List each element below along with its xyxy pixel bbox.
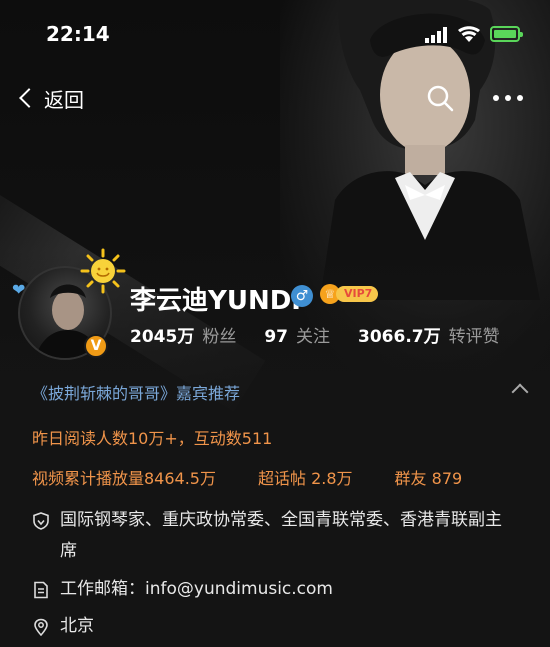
status-time: 22:14	[46, 22, 110, 46]
email-text[interactable]: 工作邮箱：info@yundimusic.com	[60, 574, 333, 605]
back-chevron-icon	[19, 88, 39, 108]
vip-level: VIP7	[336, 286, 379, 302]
profile-stats: 2045万 粉丝 97 关注 3066.7万 转评赞	[130, 322, 500, 347]
verification-text: 国际钢琴家、重庆政协常委、全国青联常委、香港青联副主席	[60, 510, 502, 561]
reposts-likes-count[interactable]: 3066.7万	[358, 322, 441, 347]
followers-label[interactable]: 粉丝	[202, 322, 236, 347]
back-button[interactable]: 返回	[16, 84, 84, 112]
back-label: 返回	[44, 87, 84, 112]
following-label[interactable]: 关注	[296, 322, 330, 347]
activity-row: 视频累计播放量8464.5万 超话帖 2.8万 群友 879	[32, 465, 462, 489]
following-count[interactable]: 97	[264, 327, 288, 347]
vip-badge[interactable]: ♕ VIP7	[320, 284, 379, 304]
reposts-likes-label[interactable]: 转评赞	[449, 322, 500, 347]
video-plays[interactable]: 视频累计播放量8464.5万	[32, 465, 216, 489]
gender-male-icon: ♂	[291, 285, 313, 307]
search-icon[interactable]	[426, 84, 454, 112]
sun-badge-icon	[80, 248, 126, 294]
recommend-link[interactable]: 《披荆斩棘的哥哥》嘉宾推荐	[32, 380, 240, 404]
status-bar: 22:14	[0, 0, 550, 70]
shield-icon	[33, 512, 49, 530]
verified-badge: V	[84, 334, 108, 358]
document-icon	[34, 581, 48, 599]
fan-group[interactable]: 群友 879	[395, 465, 463, 489]
battery-icon	[490, 26, 523, 42]
signal-icon	[425, 27, 447, 43]
super-topic-posts[interactable]: 超话帖 2.8万	[258, 465, 353, 489]
profile-name: 李云迪YUNDI	[130, 286, 301, 316]
email-row: 工作邮箱：info@yundimusic.com	[32, 578, 333, 605]
read-stats: 昨日阅读人数10万+，互动数511	[32, 429, 273, 448]
more-icon[interactable]	[492, 94, 524, 102]
verification-row: 国际钢琴家、重庆政协常委、全国青联常委、香港青联副主席	[32, 509, 512, 567]
location-row: 北京	[32, 615, 94, 642]
followers-count[interactable]: 2045万	[130, 322, 194, 347]
location-pin-icon	[34, 618, 48, 636]
wifi-icon	[458, 26, 480, 42]
location-text: 北京	[60, 616, 94, 636]
